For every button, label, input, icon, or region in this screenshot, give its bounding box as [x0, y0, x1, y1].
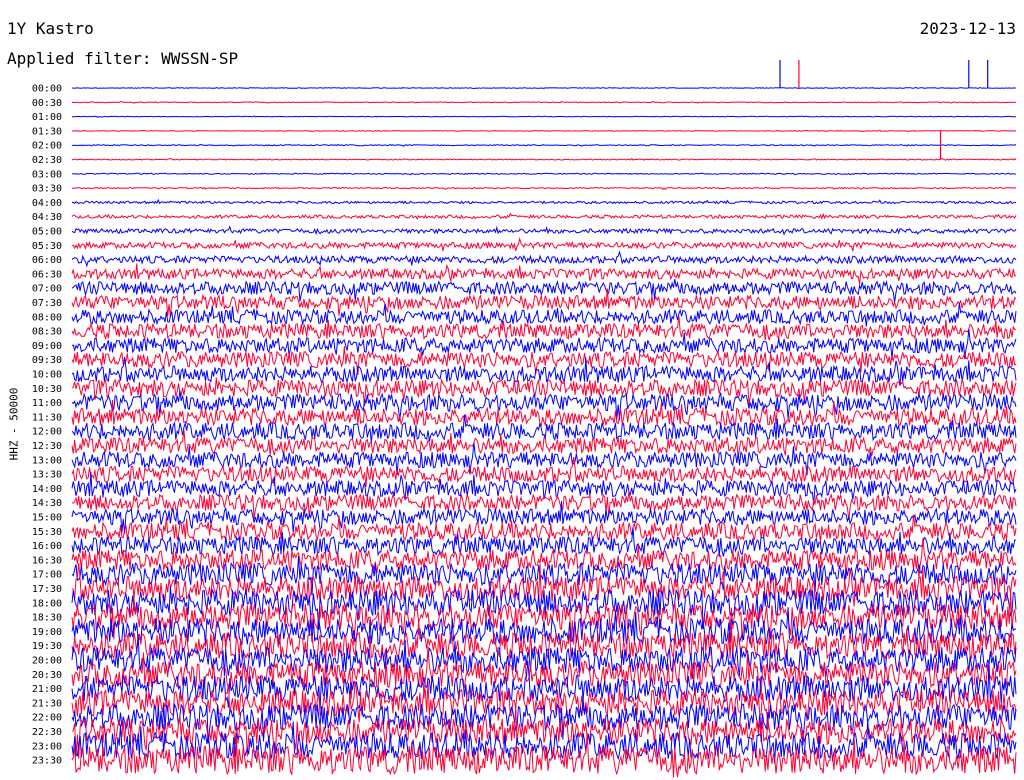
row-label: 11:30 [32, 412, 62, 423]
row-label: 03:00 [32, 169, 62, 180]
row-label: 00:30 [32, 98, 62, 109]
row-label: 21:00 [32, 684, 62, 695]
row-label: 04:00 [32, 198, 62, 209]
row-label: 12:30 [32, 441, 62, 452]
row-label: 14:00 [32, 484, 62, 495]
row-label: 19:00 [32, 627, 62, 638]
row-label: 17:00 [32, 570, 62, 581]
trace-00-00 [71, 86, 1017, 90]
row-label: 20:00 [32, 656, 62, 667]
row-label: 04:30 [32, 212, 62, 223]
row-label: 07:30 [32, 298, 62, 309]
row-label: 13:30 [32, 470, 62, 481]
trace-01-00 [71, 115, 1016, 118]
trace-05-00 [71, 225, 1017, 236]
row-label: 10:30 [32, 384, 62, 395]
row-label: 09:00 [32, 341, 62, 352]
row-label: 10:00 [32, 370, 62, 381]
row-label: 13:00 [32, 455, 62, 466]
row-label: 01:30 [32, 126, 62, 137]
row-label: 11:00 [32, 398, 62, 409]
trace-11-00 [71, 390, 1017, 422]
row-label: 19:30 [32, 641, 62, 652]
row-label: 23:00 [32, 741, 62, 752]
row-label: 05:30 [32, 241, 62, 252]
row-label: 15:30 [32, 527, 62, 538]
row-label: 03:30 [32, 184, 62, 195]
row-label: 14:30 [32, 498, 62, 509]
row-label: 17:30 [32, 584, 62, 595]
trace-06-30 [71, 263, 1017, 285]
row-label: 22:00 [32, 713, 62, 724]
row-label: 16:00 [32, 541, 62, 552]
row-label: 20:30 [32, 670, 62, 681]
trace-02-30 [71, 157, 1017, 161]
trace-06-00 [71, 250, 1017, 268]
trace-05-30 [71, 236, 1017, 252]
row-label: 23:30 [32, 756, 62, 767]
row-label: 06:00 [32, 255, 62, 266]
row-label: 12:00 [32, 427, 62, 438]
trace-04-00 [71, 198, 1017, 205]
trace-12-30 [71, 429, 1017, 458]
trace-17-00 [71, 555, 1017, 596]
trace-03-30 [71, 186, 1017, 191]
row-label: 21:30 [32, 698, 62, 709]
seismogram-plot: 00:00 00:30 01:00 01:30 02:00 02:30 03:00 03:30… [32, 60, 1017, 778]
trace-02-00 [71, 143, 1017, 147]
row-label: 18:00 [32, 598, 62, 609]
trace-10-00 [71, 356, 1017, 386]
trace-04-30 [71, 212, 1017, 221]
row-label: 06:30 [32, 269, 62, 280]
trace-00-30 [71, 100, 1016, 104]
trace-01-30 [71, 129, 1017, 133]
row-label: 18:30 [32, 613, 62, 624]
trace-16-00 [71, 527, 1016, 557]
trace-15-30 [71, 514, 1017, 543]
trace-07-00 [71, 279, 1017, 303]
row-label: 07:00 [32, 284, 62, 295]
row-label: 05:00 [32, 227, 62, 238]
trace-03-00 [71, 172, 1017, 176]
row-label: 02:30 [32, 155, 62, 166]
row-label: 09:30 [32, 355, 62, 366]
row-label: 22:30 [32, 727, 62, 738]
row-label: 00:00 [32, 84, 62, 95]
row-label: 08:30 [32, 327, 62, 338]
row-label: 02:00 [32, 141, 62, 152]
row-label: 15:00 [32, 513, 62, 524]
row-label: 16:30 [32, 555, 62, 566]
row-label: 01:00 [32, 112, 62, 123]
row-label: 08:00 [32, 312, 62, 323]
